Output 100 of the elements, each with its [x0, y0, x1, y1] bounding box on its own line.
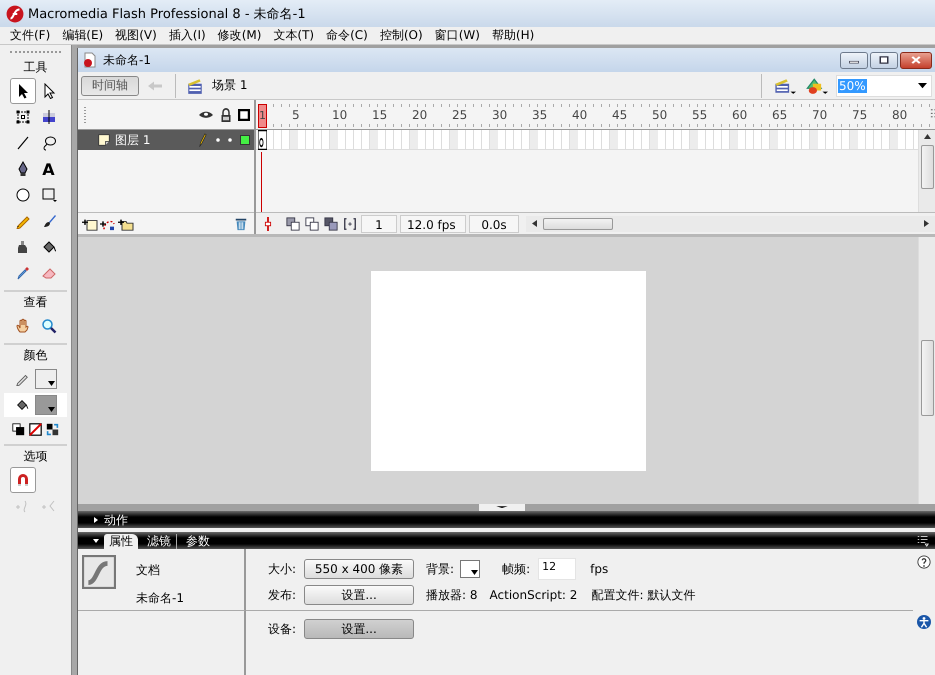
- frame-number: 60: [731, 108, 748, 122]
- color-swatch[interactable]: [34, 369, 56, 389]
- oval-icon: [14, 187, 30, 203]
- onion-markers-icon: [343, 216, 357, 230]
- clapperboard-icon: [774, 76, 796, 94]
- timeline-button[interactable]: [323, 214, 339, 232]
- hand-icon: [14, 318, 30, 334]
- close-button[interactable]: [900, 52, 932, 68]
- no-color-icon[interactable]: [29, 422, 42, 436]
- size-button[interactable]: 550 x 400 像素: [304, 559, 414, 579]
- grip-icon[interactable]: [84, 106, 87, 122]
- zoom-icon: [40, 318, 56, 334]
- menu-item[interactable]: 插入(I): [162, 27, 212, 44]
- scroll-thumb[interactable]: [920, 145, 934, 189]
- frame-number: 70: [811, 108, 828, 122]
- eyedropper-icon: [14, 265, 30, 281]
- frame-number: 10: [331, 108, 348, 122]
- window-title: Macromedia Flash Professional 8 - 未命名-1: [28, 6, 306, 22]
- add-folder-icon[interactable]: [118, 216, 134, 230]
- menu-item[interactable]: 修改(M): [212, 27, 268, 44]
- tool-button[interactable]: [10, 78, 36, 104]
- menu-item[interactable]: 编辑(E): [56, 27, 110, 44]
- vertical-scrollbar[interactable]: [918, 237, 935, 504]
- panel-tab[interactable]: 参数: [181, 534, 215, 549]
- fps-unit: fps: [590, 562, 608, 576]
- paint-bucket-icon: [14, 398, 28, 412]
- frame-number: 50: [651, 108, 668, 122]
- menu-item[interactable]: 视图(V): [109, 27, 163, 44]
- playhead[interactable]: 1: [258, 104, 267, 128]
- color-swatch[interactable]: [34, 395, 56, 415]
- panel-title: 动作: [104, 512, 128, 528]
- menu-item[interactable]: 帮助(H): [486, 27, 540, 44]
- edit-symbols-button[interactable]: [804, 76, 830, 94]
- restore-button[interactable]: [870, 52, 898, 68]
- transform-frame-icon: [14, 109, 30, 125]
- restore-icon: [878, 55, 890, 65]
- background-color-swatch[interactable]: [460, 560, 480, 578]
- eye-icon[interactable]: [198, 108, 214, 120]
- timeline-button[interactable]: [304, 214, 320, 232]
- device-label: 设备:: [268, 620, 296, 638]
- frame-rate-field[interactable]: 12: [538, 558, 576, 580]
- minimize-button[interactable]: [840, 52, 868, 68]
- frame-number: 25: [451, 108, 468, 122]
- outline-color-square[interactable]: [240, 135, 250, 145]
- dropdown-arrow-icon: [48, 381, 54, 386]
- document-type-label: 文档: [136, 562, 161, 579]
- layer-name: 图层 1: [115, 132, 150, 148]
- vertical-scrollbar[interactable]: [918, 130, 935, 212]
- trash-icon[interactable]: [234, 216, 248, 230]
- frame-number: 65: [771, 108, 788, 122]
- frame-rate-label: 帧频:: [502, 560, 530, 578]
- section-title: 查看: [22, 294, 48, 310]
- document-title: 未命名-1: [103, 52, 151, 68]
- menu-item[interactable]: 文件(F): [4, 27, 56, 44]
- frame-number: 5: [291, 108, 301, 122]
- horizontal-scrollbar[interactable]: [526, 216, 935, 232]
- timeline-button[interactable]: [285, 214, 301, 232]
- frame-number: 45: [611, 108, 628, 122]
- frame-number: 20: [411, 108, 428, 122]
- publish-label: 发布:: [268, 586, 296, 604]
- outline-square-icon[interactable]: [238, 108, 250, 120]
- menu-item[interactable]: 控制(O): [374, 27, 429, 44]
- panel-header[interactable]: 动作: [78, 511, 935, 528]
- frame-number: 30: [491, 108, 508, 122]
- swap-colors-icon[interactable]: [46, 422, 59, 436]
- profile-label: 配置文件: 默认文件: [591, 586, 696, 604]
- lock-icon[interactable]: [220, 108, 232, 122]
- dropdown-arrow-icon: [471, 570, 478, 575]
- layer-page-icon: [98, 134, 110, 146]
- tool-button[interactable]: A: [36, 156, 62, 182]
- scene-label[interactable]: 场景 1: [210, 77, 248, 94]
- collapse-tab-icon[interactable]: [478, 504, 524, 511]
- panel-header[interactable]: 属性 滤镜 参数: [78, 532, 935, 549]
- accessibility-icon[interactable]: [917, 615, 931, 629]
- clapperboard-icon: [186, 76, 204, 94]
- menu-item[interactable]: 命令(C): [320, 27, 374, 44]
- add-layer-icon[interactable]: [82, 216, 98, 230]
- background-label: 背景:: [426, 560, 454, 578]
- keyframe-icon[interactable]: [258, 130, 267, 150]
- panel-grip[interactable]: [10, 51, 61, 55]
- document-icon: [82, 52, 98, 68]
- scroll-thumb[interactable]: [920, 340, 934, 416]
- menu-item[interactable]: 文本(T): [267, 27, 320, 44]
- expand-triangle-icon[interactable]: [92, 536, 100, 544]
- onion-outline-icon: [305, 216, 319, 230]
- paint-bucket-icon: [40, 239, 56, 255]
- timeline-button[interactable]: 时间轴: [81, 76, 139, 96]
- panel-tab[interactable]: 属性: [104, 534, 138, 549]
- pencil-icon: [198, 133, 208, 147]
- frame-rate: 12.0 fps: [400, 214, 466, 232]
- menu-item[interactable]: 窗口(W): [428, 27, 486, 44]
- dropdown-arrow-icon: [48, 407, 54, 412]
- rectangle-icon: [40, 187, 56, 203]
- expand-triangle-icon[interactable]: [92, 516, 100, 524]
- device-settings-button[interactable]: 设置...: [304, 619, 414, 639]
- scroll-thumb[interactable]: [543, 218, 613, 230]
- settings-button[interactable]: 设置...: [304, 585, 414, 605]
- default-colors-icon[interactable]: [12, 422, 25, 436]
- help-icon[interactable]: [917, 555, 931, 569]
- layer-row[interactable]: 图层 1: [78, 130, 254, 150]
